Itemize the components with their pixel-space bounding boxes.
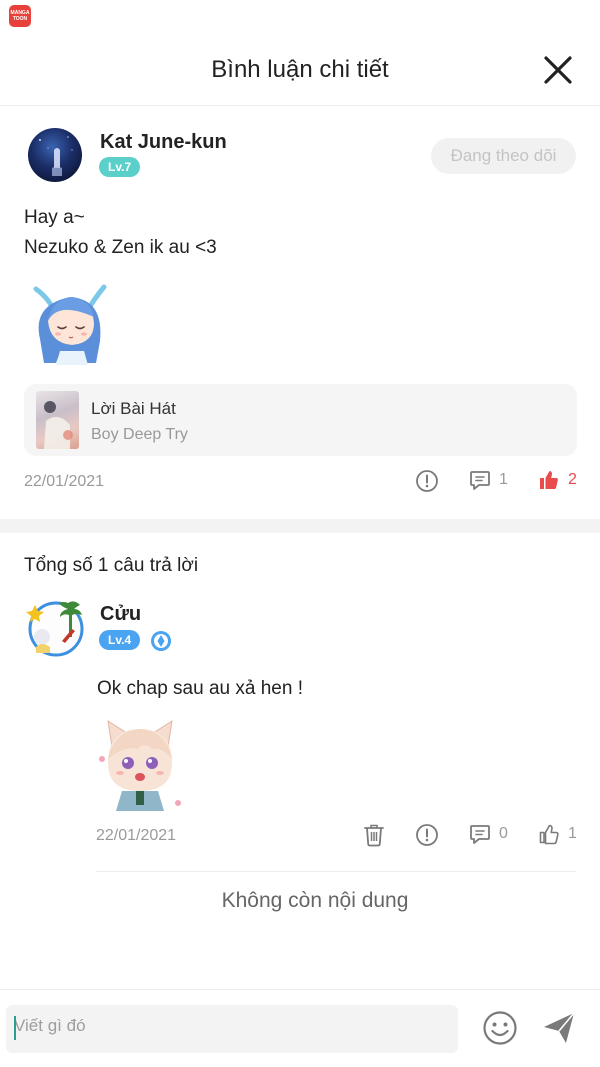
divider bbox=[96, 871, 576, 872]
send-icon bbox=[544, 1012, 575, 1043]
like-count: 1 bbox=[568, 825, 577, 842]
user-name[interactable]: Kat June-kun bbox=[100, 131, 227, 154]
linked-work-subtitle: Boy Deep Try bbox=[91, 426, 188, 443]
sticker-image bbox=[33, 284, 107, 365]
reply-count: 0 bbox=[499, 825, 508, 842]
close-button[interactable] bbox=[540, 52, 576, 88]
like-count: 2 bbox=[568, 471, 577, 488]
header: Bình luận chi tiết bbox=[0, 36, 600, 106]
comment-composer: Viết gì đó bbox=[0, 989, 600, 1067]
reply-button[interactable]: 0 bbox=[469, 823, 508, 845]
emoji-button[interactable] bbox=[482, 1010, 518, 1046]
trash-icon bbox=[364, 824, 384, 847]
main-comment: Kat June-kun Lv.7 Đang theo dõi Hay a~ N… bbox=[0, 107, 600, 519]
report-icon bbox=[416, 470, 438, 492]
verified-badge-icon bbox=[151, 631, 171, 651]
sticker-image bbox=[99, 719, 181, 811]
comment-icon bbox=[470, 471, 490, 490]
report-button[interactable] bbox=[415, 469, 439, 493]
like-button[interactable]: 2 bbox=[538, 469, 577, 491]
level-badge: Lv.4 bbox=[99, 630, 141, 650]
avatar[interactable] bbox=[24, 597, 88, 661]
reply-text: Ok chap sau au xả hen ! bbox=[97, 678, 303, 699]
cover-art-image bbox=[44, 401, 73, 449]
reply-button[interactable]: 1 bbox=[469, 469, 508, 491]
thumbs-up-icon bbox=[539, 824, 559, 845]
comment-input-placeholder: Viết gì đó bbox=[14, 1016, 86, 1035]
level-badge: Lv.7 bbox=[99, 157, 141, 177]
end-of-list-label: Không còn nội dung bbox=[221, 889, 409, 912]
delete-button[interactable] bbox=[363, 823, 385, 847]
like-button[interactable]: 1 bbox=[538, 823, 577, 845]
comment-line: Hay a~ bbox=[24, 207, 85, 228]
page-title: Bình luận chi tiết bbox=[211, 56, 389, 83]
comment-text: Hay a~ Nezuko & Zen ik au <3 bbox=[24, 203, 217, 263]
emoji-icon bbox=[483, 1011, 517, 1045]
reply-count: 1 bbox=[499, 471, 508, 488]
report-icon bbox=[416, 824, 438, 846]
close-icon bbox=[544, 56, 572, 84]
reply-date: 22/01/2021 bbox=[96, 827, 177, 844]
replies-count: Tổng số 1 câu trả lời bbox=[24, 555, 199, 576]
thumbs-up-icon bbox=[540, 471, 558, 489]
user-name[interactable]: Cửu bbox=[100, 603, 141, 626]
text-caret bbox=[14, 1016, 16, 1040]
linked-work-title: Lời Bài Hát bbox=[91, 399, 176, 418]
comment-line: Nezuko & Zen ik au <3 bbox=[24, 237, 217, 258]
section-divider bbox=[0, 519, 600, 533]
send-button[interactable] bbox=[541, 1010, 577, 1046]
comment-date: 22/01/2021 bbox=[24, 473, 105, 490]
linked-work-card[interactable]: Lời Bài Hát Boy Deep Try bbox=[24, 384, 577, 456]
avatar[interactable] bbox=[28, 128, 82, 182]
report-button[interactable] bbox=[415, 823, 439, 847]
replies-section: Tổng số 1 câu trả lời Cửu Lv.4 Ok chap s… bbox=[0, 533, 600, 989]
avatar-image bbox=[26, 601, 84, 657]
comment-input[interactable]: Viết gì đó bbox=[6, 1005, 458, 1053]
comment-detail-screen: MANGA TOON Bình luận chi tiết Kat June-k… bbox=[0, 0, 600, 1067]
linked-work-thumbnail bbox=[36, 391, 79, 449]
comment-icon bbox=[470, 825, 490, 844]
avatar-image bbox=[39, 136, 73, 176]
app-logo: MANGA TOON bbox=[9, 5, 31, 27]
follow-button[interactable]: Đang theo dõi bbox=[431, 138, 576, 174]
